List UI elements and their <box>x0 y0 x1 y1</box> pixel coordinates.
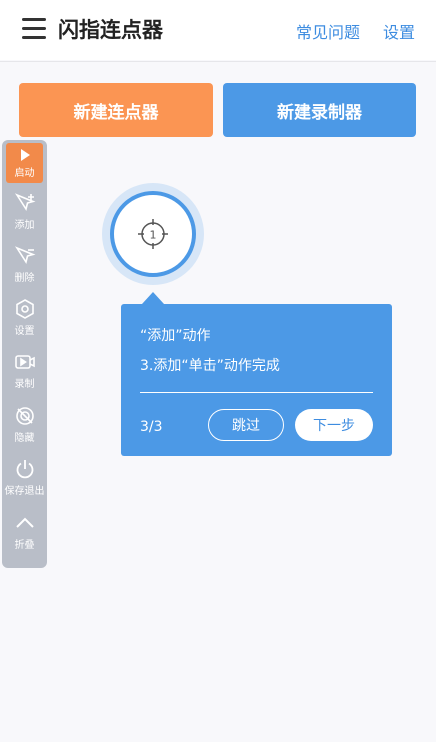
guide-tooltip: “添加”动作 3.添加“单击”动作完成 3/3 跳过 下一步 <box>121 304 392 456</box>
panel-item-label: 添加 <box>14 219 35 231</box>
remove-cursor-icon <box>14 245 35 264</box>
panel-item-label: 折叠 <box>14 539 35 551</box>
panel-item-label: 保存退出 <box>4 485 45 497</box>
top-bar: 闪指连点器 常见问题 设置 <box>0 0 436 60</box>
panel-item-label: 隐藏 <box>14 432 35 444</box>
panel-item-start[interactable]: 启动 <box>6 143 43 183</box>
tooltip-step-counter: 3/3 <box>140 419 163 435</box>
panel-item-save-exit[interactable]: 保存退出 <box>2 454 47 500</box>
panel-item-label: 删除 <box>14 272 35 284</box>
tooltip-arrow <box>142 292 164 304</box>
settings-link[interactable]: 设置 <box>383 19 415 43</box>
record-video-icon <box>14 354 35 369</box>
panel-item-label: 设置 <box>14 325 35 337</box>
hamburger-menu-icon[interactable] <box>22 18 46 40</box>
panel-item-label: 录制 <box>14 378 35 390</box>
panel-item-delete[interactable]: 删除 <box>2 241 47 287</box>
next-step-button[interactable]: 下一步 <box>295 409 373 441</box>
floating-control-panel: 启动 添加 删除 设置 录制 隐藏 保存退出 折叠 <box>2 140 47 568</box>
power-icon <box>16 459 33 478</box>
hide-eye-icon <box>15 406 34 425</box>
faq-link[interactable]: 常见问题 <box>296 19 360 43</box>
app-title: 闪指连点器 <box>58 18 163 42</box>
panel-item-record[interactable]: 录制 <box>2 347 47 393</box>
skip-button[interactable]: 跳过 <box>208 409 284 441</box>
new-clicker-button[interactable]: 新建连点器 <box>19 83 213 137</box>
click-target[interactable]: 1 <box>102 183 204 285</box>
panel-item-add[interactable]: 添加 <box>2 188 47 234</box>
new-recorder-button[interactable]: 新建录制器 <box>223 83 416 137</box>
panel-item-label: 启动 <box>14 167 35 179</box>
chevron-up-icon <box>15 517 34 528</box>
tooltip-title: “添加”动作 <box>140 328 211 344</box>
hexagon-gear-icon <box>15 298 34 319</box>
add-cursor-icon <box>14 192 35 211</box>
panel-item-settings[interactable]: 设置 <box>2 294 47 340</box>
panel-item-collapse[interactable]: 折叠 <box>2 508 47 554</box>
crosshair-icon: 1 <box>138 219 168 249</box>
tooltip-divider <box>140 392 373 393</box>
tooltip-description: 3.添加“单击”动作完成 <box>140 358 280 374</box>
header-divider <box>0 61 436 62</box>
panel-item-hide[interactable]: 隐藏 <box>2 401 47 447</box>
click-target-number: 1 <box>150 229 157 242</box>
play-icon <box>20 148 30 161</box>
